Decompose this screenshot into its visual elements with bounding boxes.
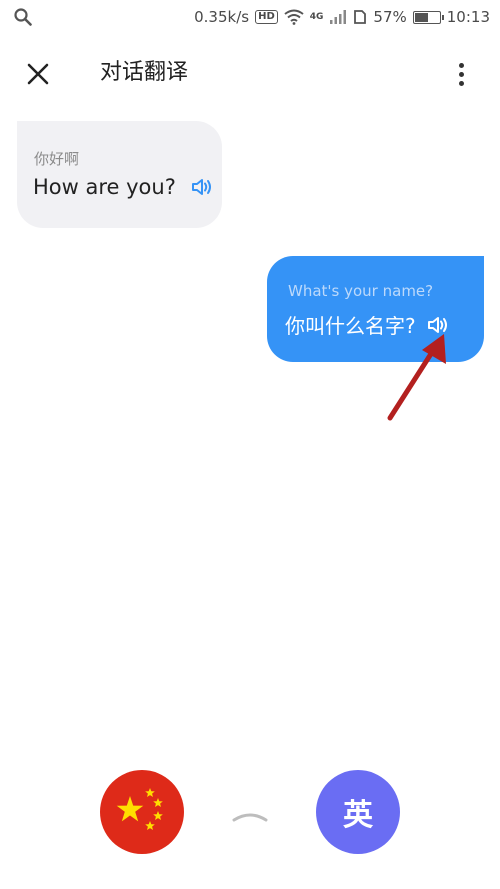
battery-percent: 57% [373,8,407,26]
message-original-text: What's your name? [288,282,434,300]
more-dot [458,80,464,86]
sim-icon [354,10,367,24]
network-type: 4G [309,12,324,22]
app-bar: 对话翻译 [0,44,500,102]
source-language-button[interactable] [100,770,184,854]
target-language-label: 英 [343,798,373,833]
chevron-up-icon [232,813,268,822]
message-bubble-right: What's your name? 你叫什么名字? [267,256,484,362]
status-left [14,8,32,26]
speaker-icon[interactable] [190,176,214,198]
signal-icon [330,10,347,24]
search-icon [14,8,32,26]
more-options-button[interactable] [446,56,476,92]
more-vertical-icon [458,62,464,68]
annotation-arrow-icon [387,334,446,421]
message-translation-row: How are you? [33,175,214,199]
china-flag-icon [116,788,163,830]
wifi-icon [284,9,304,25]
battery-icon [412,10,444,24]
message-bubble-left: 你好啊 How are you? [17,121,222,228]
expand-button[interactable] [230,806,270,826]
message-translation-text: How are you? [33,175,176,199]
close-icon [27,63,49,85]
target-language-button[interactable]: 英 [316,770,400,854]
battery-level-fill [414,12,429,22]
network-speed: 0.35k/s [194,8,250,26]
page-title: 对话翻译 [100,60,189,85]
more-dot [458,71,464,77]
status-bar: 0.35k/s HD 4G 57% 10:13 [0,0,500,34]
clock: 10:13 [446,8,490,26]
status-right: 0.35k/s HD 4G 57% 10:13 [194,8,490,26]
hd-badge: HD [255,10,278,24]
close-button[interactable] [22,58,54,90]
message-original-text: 你好啊 [34,150,80,168]
